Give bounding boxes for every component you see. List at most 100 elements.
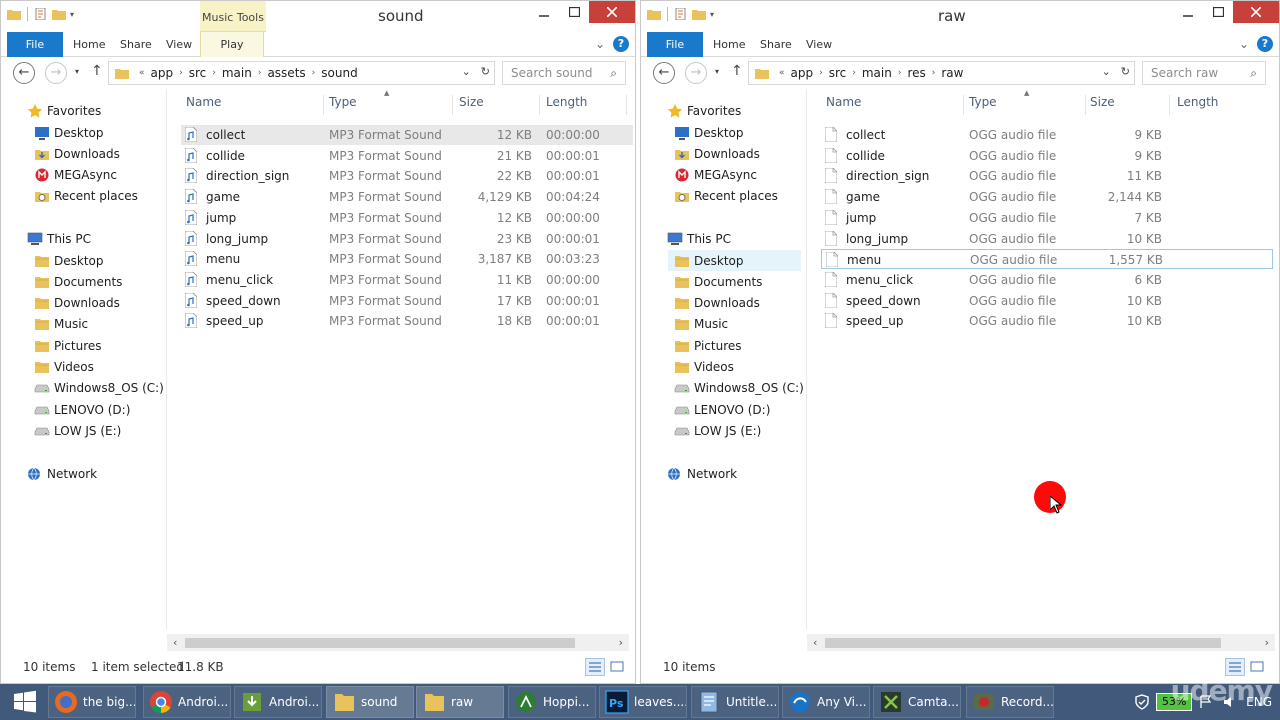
recent-locations-dropdown-icon[interactable]: ▾ [75, 67, 79, 76]
overflow-chevron[interactable]: « [139, 68, 145, 78]
column-header-name[interactable]: Name [186, 95, 221, 115]
properties-icon[interactable] [34, 8, 48, 20]
nav-item-recent-places[interactable]: Recent places [668, 185, 801, 206]
minimize-button[interactable] [1173, 1, 1203, 23]
column-header-size[interactable]: Size [459, 95, 484, 115]
scroll-left-icon[interactable]: ‹ [813, 634, 817, 651]
tab-home[interactable]: Home [73, 32, 105, 57]
help-icon[interactable]: ? [613, 36, 629, 52]
expand-ribbon-icon[interactable]: ⌄ [1239, 37, 1249, 51]
expand-ribbon-icon[interactable]: ⌄ [595, 37, 605, 51]
breadcrumb-main[interactable]: main [222, 66, 252, 80]
scrollbar-thumb[interactable] [185, 638, 575, 648]
nav-item-documents[interactable]: Documents [28, 271, 161, 292]
breadcrumb-assets[interactable]: assets [267, 66, 305, 80]
nav-item-pictures[interactable]: Pictures [668, 335, 801, 356]
taskbar-item[interactable]: Any Vi... [782, 686, 870, 718]
nav-item-megasync[interactable]: MEGAsync [668, 164, 801, 185]
nav-item-desktop[interactable]: Desktop [28, 122, 161, 143]
horizontal-scrollbar[interactable]: ‹ › [167, 634, 629, 651]
tab-file[interactable]: File [7, 32, 63, 57]
file-row[interactable]: game OGG audio file 2,144 KB [821, 187, 1273, 207]
close-button[interactable] [589, 1, 635, 23]
details-view-button[interactable] [585, 658, 605, 676]
taskbar-item[interactable]: raw [416, 686, 504, 718]
breadcrumb-raw[interactable]: raw [941, 66, 963, 80]
address-dropdown-icon[interactable]: ⌄ [462, 65, 471, 78]
nav-item-desktop[interactable]: Desktop [668, 250, 801, 271]
nav-item-desktop[interactable]: Desktop [28, 250, 161, 271]
taskbar-item[interactable]: the big... [48, 686, 136, 718]
title-bar[interactable]: ▾ Music Tools sound [1, 1, 635, 32]
back-button[interactable]: ← [653, 62, 675, 84]
column-header-type[interactable]: Type [969, 95, 997, 115]
breadcrumb-separator[interactable]: › [258, 68, 262, 78]
breadcrumb-separator[interactable]: › [212, 68, 216, 78]
refresh-icon[interactable]: ↻ [481, 65, 490, 78]
column-divider[interactable] [452, 95, 453, 115]
search-input[interactable]: Search sound ⌕ [502, 61, 626, 85]
new-folder-icon[interactable] [52, 8, 66, 20]
refresh-icon[interactable]: ↻ [1121, 65, 1130, 78]
file-row[interactable]: menu_click OGG audio file 6 KB [821, 270, 1273, 290]
overflow-chevron[interactable]: « [779, 68, 785, 78]
file-row[interactable]: collect MP3 Format Sound 12 KB 00:00:00 [181, 125, 633, 145]
properties-icon[interactable] [674, 8, 688, 20]
file-row[interactable]: direction_sign MP3 Format Sound 22 KB 00:00… [181, 166, 633, 186]
column-divider[interactable] [1085, 95, 1086, 115]
column-divider[interactable] [1169, 95, 1170, 115]
breadcrumb-separator[interactable]: › [898, 68, 902, 78]
taskbar-item[interactable]: Androi... [143, 686, 231, 718]
nav-item-favorites[interactable]: Favorites [661, 100, 801, 121]
breadcrumb-separator[interactable]: › [819, 68, 823, 78]
file-row[interactable]: long_jump OGG audio file 10 KB [821, 229, 1273, 249]
file-row[interactable]: collide OGG audio file 9 KB [821, 146, 1273, 166]
up-arrow-icon[interactable]: ↑ [91, 63, 103, 79]
search-icon[interactable]: ⌕ [610, 66, 617, 81]
nav-item-downloads[interactable]: Downloads [668, 292, 801, 313]
address-bar[interactable]: « app › src › main › assets › sound ⌄ ↻ [108, 61, 495, 85]
breadcrumb-src[interactable]: src [189, 66, 207, 80]
nav-item-lenovo-d[interactable]: LENOVO (D:) [28, 399, 161, 420]
recent-locations-dropdown-icon[interactable]: ▾ [715, 67, 719, 76]
back-button[interactable]: ← [13, 62, 35, 84]
folder-icon[interactable] [647, 8, 661, 20]
forward-button[interactable]: → [685, 62, 707, 84]
taskbar-item[interactable]: Camta... [873, 686, 961, 718]
scroll-left-icon[interactable]: ‹ [173, 634, 177, 651]
scroll-right-icon[interactable]: › [619, 634, 623, 651]
tab-play[interactable]: Play [200, 32, 264, 57]
file-row[interactable]: menu OGG audio file 1,557 KB [821, 249, 1273, 270]
file-row[interactable]: jump OGG audio file 7 KB [821, 208, 1273, 228]
nav-item-lenovo-d[interactable]: LENOVO (D:) [668, 399, 801, 420]
file-row[interactable]: collide MP3 Format Sound 21 KB 00:00:01 [181, 146, 633, 166]
column-divider[interactable] [323, 95, 324, 115]
new-folder-icon[interactable] [692, 8, 706, 20]
breadcrumb-src[interactable]: src [829, 66, 847, 80]
address-dropdown-icon[interactable]: ⌄ [1102, 65, 1111, 78]
file-row[interactable]: menu MP3 Format Sound 3,187 KB 00:03:23 [181, 249, 633, 269]
file-row[interactable]: speed_down OGG audio file 10 KB [821, 291, 1273, 311]
scrollbar-thumb[interactable] [825, 638, 1221, 648]
file-row[interactable]: speed_down MP3 Format Sound 17 KB 00:00:01 [181, 291, 633, 311]
nav-item-downloads[interactable]: Downloads [668, 143, 801, 164]
breadcrumb-separator[interactable]: › [852, 68, 856, 78]
search-icon[interactable]: ⌕ [1250, 66, 1257, 81]
column-header-type[interactable]: Type [329, 95, 357, 115]
tab-share[interactable]: Share [120, 32, 152, 57]
nav-item-documents[interactable]: Documents [668, 271, 801, 292]
shield-icon[interactable] [1134, 694, 1150, 710]
customize-dropdown-icon[interactable]: ▾ [710, 10, 714, 19]
large-icons-view-button[interactable] [607, 658, 627, 676]
forward-button[interactable]: → [45, 62, 67, 84]
tab-view[interactable]: View [806, 32, 832, 57]
column-header-length[interactable]: Length [546, 95, 587, 115]
nav-item-pictures[interactable]: Pictures [28, 335, 161, 356]
search-input[interactable]: Search raw ⌕ [1142, 61, 1266, 85]
nav-item-downloads[interactable]: Downloads [28, 143, 161, 164]
file-row[interactable]: speed_up OGG audio file 10 KB [821, 311, 1273, 331]
customize-dropdown-icon[interactable]: ▾ [70, 10, 74, 19]
breadcrumb-separator[interactable]: › [312, 68, 316, 78]
file-row[interactable]: long_jump MP3 Format Sound 23 KB 00:00:01 [181, 229, 633, 249]
tab-home[interactable]: Home [713, 32, 745, 57]
